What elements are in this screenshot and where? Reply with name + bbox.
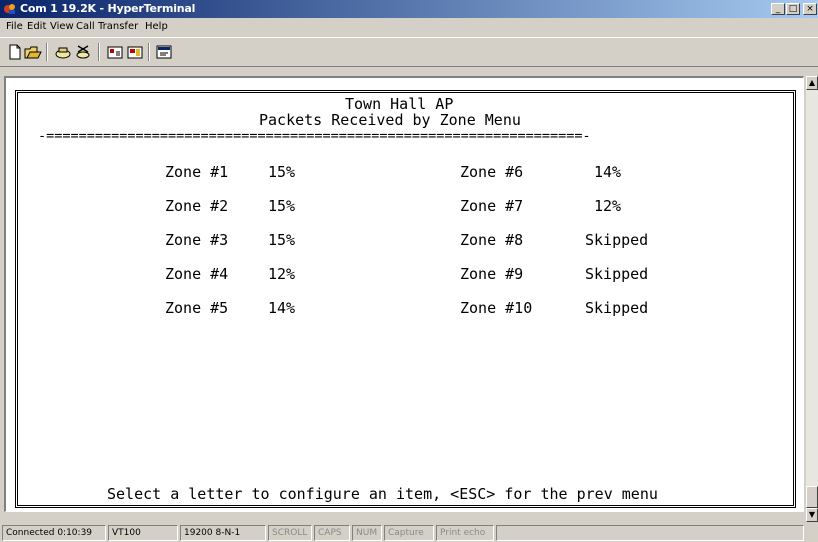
menu-view[interactable]: View [50, 21, 74, 32]
menu-transfer[interactable]: Transfer [98, 21, 138, 32]
terminal-prompt: Select a letter to configure an item, <E… [107, 485, 658, 503]
zone-label: Zone #10 [460, 299, 533, 317]
hyperterminal-icon [4, 4, 15, 14]
zone-label: Zone #5 [165, 299, 229, 317]
zone-value: Skipped [585, 231, 649, 249]
zone-value: 15% [268, 197, 296, 215]
menu-call[interactable]: Call [76, 21, 95, 32]
status-connected: Connected 0:10:39 [2, 525, 106, 541]
zone-value: 14% [268, 299, 296, 317]
toolbar-separator [148, 43, 150, 61]
menu-edit[interactable]: Edit [27, 21, 46, 32]
receive-icon[interactable] [126, 43, 144, 61]
vertical-scrollbar[interactable]: ▲ ▼ [806, 76, 818, 522]
zone-label: Zone #7 [460, 197, 524, 215]
status-num: NUM [352, 525, 382, 541]
zone-value: 12% [594, 197, 622, 215]
close-button[interactable]: × [803, 3, 817, 15]
zone-label: Zone #6 [460, 163, 524, 181]
menu-help[interactable]: Help [145, 21, 168, 32]
zone-label: Zone #4 [165, 265, 229, 283]
status-empty [496, 525, 804, 541]
maximize-button[interactable]: □ [786, 3, 800, 15]
terminal-divider: -=======================================… [38, 128, 591, 144]
open-icon[interactable] [24, 43, 42, 61]
scroll-down-button[interactable]: ▼ [806, 508, 818, 522]
terminal-menu-box: Town Hall AP Packets Received by Zone Me… [15, 90, 796, 508]
properties-icon[interactable] [155, 43, 173, 61]
call-icon[interactable] [54, 43, 72, 61]
zone-value: 12% [268, 265, 296, 283]
terminal-subheading: Packets Received by Zone Menu [259, 111, 521, 129]
disconnect-icon[interactable] [74, 43, 92, 61]
minimize-button[interactable]: _ [771, 3, 785, 15]
title-bar[interactable]: Com 1 19.2K - HyperTerminal _ □ × [0, 0, 818, 18]
terminal-screen[interactable]: Town Hall AP Packets Received by Zone Me… [4, 76, 804, 512]
menu-bar: File Edit View Call Transfer Help [0, 19, 818, 35]
status-bar: Connected 0:10:39 VT100 19200 8-N-1 SCRO… [0, 524, 818, 542]
zone-value: 15% [268, 231, 296, 249]
scroll-up-button[interactable]: ▲ [806, 76, 818, 90]
zone-value: Skipped [585, 265, 649, 283]
zone-label: Zone #1 [165, 163, 229, 181]
status-emulation: VT100 [108, 525, 178, 541]
zone-value: 14% [594, 163, 622, 181]
zone-label: Zone #9 [460, 265, 524, 283]
zone-label: Zone #8 [460, 231, 524, 249]
status-scroll: SCROLL [268, 525, 312, 541]
status-print-echo: Print echo [436, 525, 494, 541]
zone-label: Zone #3 [165, 231, 229, 249]
send-icon[interactable] [106, 43, 124, 61]
toolbar-separator [98, 43, 100, 61]
status-capture: Capture [384, 525, 434, 541]
zone-value: 15% [268, 163, 296, 181]
status-port: 19200 8-N-1 [180, 525, 266, 541]
zone-label: Zone #2 [165, 197, 229, 215]
status-caps: CAPS [314, 525, 350, 541]
scroll-thumb[interactable] [806, 486, 818, 508]
toolbar [0, 37, 818, 67]
new-icon[interactable] [6, 43, 24, 61]
menu-file[interactable]: File [6, 21, 23, 32]
window-title: Com 1 19.2K - HyperTerminal [20, 2, 196, 15]
zone-value: Skipped [585, 299, 649, 317]
hyperterminal-window: Com 1 19.2K - HyperTerminal _ □ × File E… [0, 0, 818, 542]
toolbar-separator [46, 43, 48, 61]
